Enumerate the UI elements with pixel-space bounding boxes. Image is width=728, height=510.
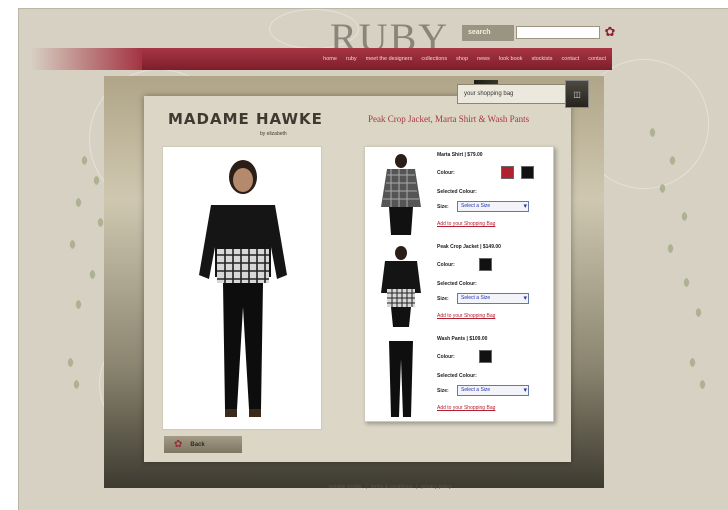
nav-item-contact[interactable]: contact (562, 56, 580, 62)
colour-swatch-red[interactable] (501, 166, 514, 179)
colour-label: Colour: (437, 170, 455, 176)
item-name: Marta Shirt | $79.00 (437, 152, 483, 158)
outfit-items-panel: Marta Shirt | $79.00 Colour: Selected Co… (364, 146, 554, 422)
shopping-bag-icon[interactable]: ◫ (565, 80, 589, 108)
footer-separator: | (365, 484, 367, 490)
size-label: Size: (437, 204, 449, 210)
back-icon: ✿ (174, 439, 183, 450)
footer-separator: | (416, 484, 418, 490)
nav-item-news[interactable]: news (477, 56, 490, 62)
size-label: Size: (437, 296, 449, 302)
footer-link-privacy[interactable]: privacy policy (421, 484, 451, 490)
nav-item-lookbook[interactable]: look book (499, 56, 523, 62)
add-to-bag-link[interactable]: Add to your Shopping Bag (437, 405, 495, 411)
back-button[interactable]: ✿ Back (164, 436, 242, 453)
colour-label: Colour: (437, 262, 455, 268)
add-to-bag-link[interactable]: Add to your Shopping Bag (437, 221, 495, 227)
designer-name: MADAME HAWKE (168, 110, 323, 128)
item-marta-shirt: Marta Shirt | $79.00 Colour: Selected Co… (365, 149, 553, 239)
selected-colour-label: Selected Colour: (437, 189, 477, 195)
item-wash-pants: Wash Pants | $109.00 Colour: Selected Co… (365, 333, 553, 423)
nav-item-ruby[interactable]: ruby (346, 56, 357, 62)
selected-colour-label: Selected Colour: (437, 373, 477, 379)
back-label: Back (190, 441, 205, 448)
selected-colour-label: Selected Colour: (437, 281, 477, 287)
nav-item-home[interactable]: home (323, 56, 337, 62)
item-thumbnail[interactable] (373, 245, 429, 327)
colour-swatch-black[interactable] (521, 166, 534, 179)
size-select[interactable]: Select a Size (457, 293, 529, 304)
colour-swatch-black[interactable] (479, 258, 492, 271)
colour-swatch-black[interactable] (479, 350, 492, 363)
search-input[interactable] (516, 26, 600, 39)
size-label: Size: (437, 388, 449, 394)
footer-link-credits[interactable]: website credits (329, 484, 362, 490)
search-go-icon[interactable]: ✿ (602, 24, 618, 40)
nav-item-stockists[interactable]: stockists (531, 56, 552, 62)
nav-item-contact-2[interactable]: contact (588, 56, 606, 62)
size-select[interactable]: Select a Size (457, 385, 529, 396)
main-nav: home ruby meet the designers collections… (142, 48, 612, 70)
search-label: search (462, 25, 514, 41)
item-thumbnail[interactable] (373, 337, 429, 419)
nav-item-shop[interactable]: shop (456, 56, 468, 62)
nav-item-designers[interactable]: meet the designers (366, 56, 413, 62)
size-select[interactable]: Select a Size (457, 201, 529, 212)
designer-subtitle: by elizabeth (260, 131, 287, 137)
item-peak-crop-jacket: Peak Crop Jacket | $149.00 Colour: Selec… (365, 241, 553, 331)
item-name: Wash Pants | $109.00 (437, 336, 488, 342)
shopping-bag-link[interactable]: your shopping bag (457, 84, 569, 104)
navbar-fade (30, 48, 142, 70)
item-thumbnail[interactable] (373, 153, 429, 235)
nav-item-collections[interactable]: collections (421, 56, 447, 62)
footer-links: website credits | terms & conditions | p… (210, 484, 570, 490)
model-figure-icon (199, 160, 287, 417)
colour-label: Colour: (437, 354, 455, 360)
add-to-bag-link[interactable]: Add to your Shopping Bag (437, 313, 495, 319)
item-name: Peak Crop Jacket | $149.00 (437, 244, 501, 250)
product-title: Peak Crop Jacket, Marta Shirt & Wash Pan… (368, 114, 530, 124)
main-product-photo (162, 146, 322, 430)
footer-link-terms[interactable]: terms & conditions (371, 484, 412, 490)
